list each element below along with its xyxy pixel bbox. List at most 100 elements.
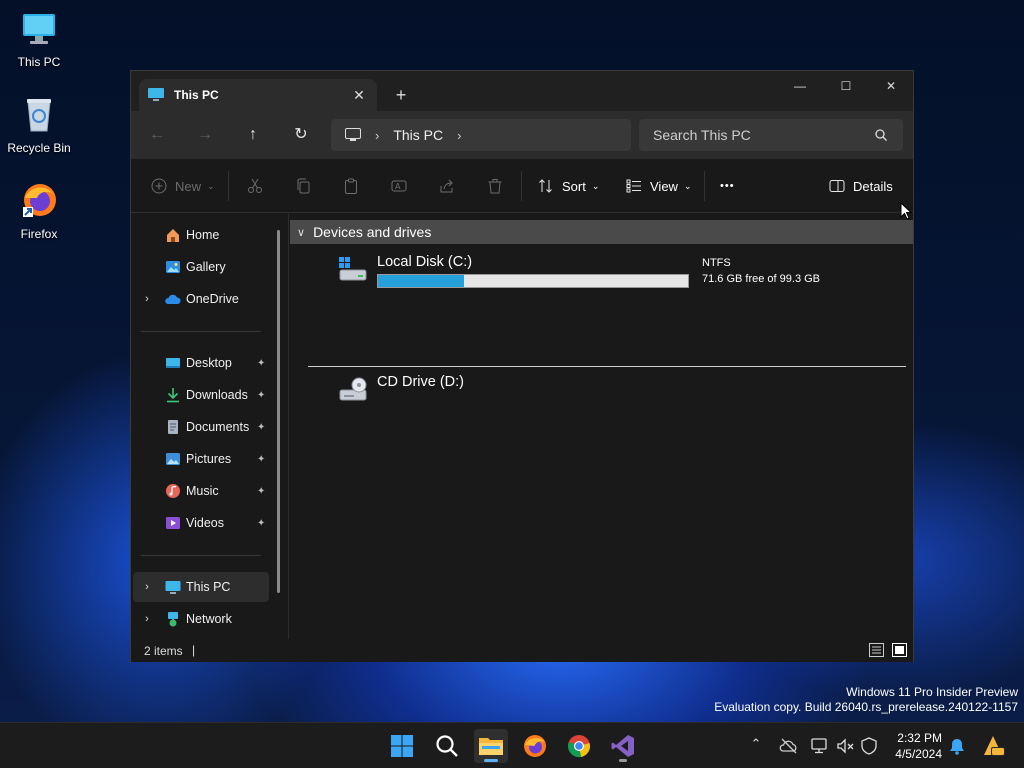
sort-label: Sort — [562, 178, 586, 194]
pin-icon[interactable]: ✦ — [257, 518, 265, 529]
pin-icon[interactable]: ✦ — [257, 358, 265, 369]
close-window-button[interactable]: ✕ — [868, 71, 914, 101]
toolbar-divider — [704, 171, 705, 201]
new-button[interactable]: New ⌄ — [151, 175, 215, 197]
sidebar-item-gallery[interactable]: Gallery — [133, 252, 269, 282]
taskbar-visual-studio[interactable] — [606, 729, 640, 763]
sidebar-item-videos[interactable]: Videos ✦ — [133, 508, 269, 538]
taskbar-firefox[interactable] — [518, 729, 552, 763]
forward-button[interactable]: → — [193, 124, 217, 146]
view-label: View — [650, 178, 678, 194]
mouse-cursor-icon — [900, 202, 912, 220]
details-pane-button[interactable]: Details — [829, 175, 893, 197]
drive-item-cd-drive-d[interactable]: CD Drive (D:) — [338, 374, 908, 418]
drive-name: CD Drive (D:) — [377, 374, 464, 390]
sort-button[interactable]: Sort ⌄ — [538, 175, 599, 197]
sidebar-item-label: Network — [186, 612, 232, 626]
copy-icon — [297, 178, 310, 194]
minimize-button[interactable]: — — [777, 71, 823, 101]
notification-bell-icon[interactable] — [947, 736, 967, 756]
running-indicator — [619, 759, 627, 762]
search-input[interactable] — [653, 127, 863, 143]
large-icons-view-icon[interactable] — [892, 643, 907, 657]
desktop-folder-icon — [166, 358, 180, 368]
network-status-icon[interactable] — [810, 736, 830, 756]
cut-button[interactable] — [247, 175, 263, 197]
rename-icon: A — [391, 180, 407, 192]
title-bar[interactable]: This PC ✕ + — ☐ ✕ — [131, 71, 913, 111]
insider-preview-badge-icon[interactable] — [980, 733, 1006, 759]
copy-button[interactable] — [295, 175, 311, 197]
sidebar-item-label: OneDrive — [186, 292, 239, 306]
back-button[interactable]: ← — [145, 124, 169, 146]
breadcrumb-this-pc[interactable]: This PC — [393, 127, 443, 143]
onedrive-cloud-icon[interactable] — [779, 736, 799, 756]
monitor-icon — [345, 128, 361, 141]
sidebar-divider — [141, 331, 261, 332]
sidebar-item-pictures[interactable]: Pictures ✦ — [133, 444, 269, 474]
taskbar-search-button[interactable] — [430, 729, 464, 763]
more-options-button[interactable]: ••• — [720, 175, 735, 197]
sidebar-item-desktop[interactable]: Desktop ✦ — [133, 348, 269, 378]
tab-this-pc[interactable]: This PC ✕ — [139, 79, 377, 111]
search-icon[interactable] — [875, 129, 887, 141]
paste-button[interactable] — [343, 175, 359, 197]
firefox-icon — [23, 184, 56, 217]
pin-icon[interactable]: ✦ — [257, 390, 265, 401]
maximize-button[interactable]: ☐ — [823, 71, 869, 101]
taskbar-file-explorer[interactable] — [474, 729, 508, 763]
expand-chevron-icon[interactable]: › — [141, 581, 153, 593]
desktop-icon-this-pc[interactable]: This PC — [0, 8, 78, 69]
refresh-button[interactable]: ↻ — [289, 124, 313, 146]
this-pc-icon — [165, 581, 181, 594]
network-icon — [168, 612, 178, 627]
new-tab-button[interactable]: + — [391, 85, 411, 105]
tab-close-button[interactable]: ✕ — [347, 87, 371, 104]
desktop-icon-firefox[interactable]: Firefox — [0, 180, 78, 241]
desktop-icon-recycle-bin[interactable]: Recycle Bin — [0, 94, 78, 155]
start-button[interactable] — [385, 729, 419, 763]
sidebar-item-documents[interactable]: Documents ✦ — [133, 412, 269, 442]
breadcrumb-separator[interactable]: › — [375, 128, 379, 143]
share-button[interactable] — [439, 175, 455, 197]
pin-icon[interactable]: ✦ — [257, 486, 265, 497]
file-list-area: ∨ Devices and drives Local Disk (C:) NTF… — [290, 214, 913, 639]
share-icon — [440, 179, 453, 193]
expand-chevron-icon[interactable]: › — [141, 293, 153, 305]
sidebar-item-downloads[interactable]: Downloads ✦ — [133, 380, 269, 410]
sidebar-item-onedrive[interactable]: › OneDrive — [133, 284, 269, 314]
pin-icon[interactable]: ✦ — [257, 422, 265, 433]
delete-button[interactable] — [487, 175, 503, 197]
sidebar-item-this-pc[interactable]: › This PC — [133, 572, 269, 602]
windows-drive-icon — [339, 257, 367, 281]
view-button[interactable]: View ⌄ — [626, 175, 692, 197]
taskbar-chrome[interactable] — [562, 729, 596, 763]
start-icon — [391, 735, 413, 757]
sidebar-item-network[interactable]: › Network — [133, 604, 269, 634]
search-box[interactable] — [639, 119, 903, 151]
navigation-pane: Home Gallery › OneDrive Desktop ✦ Downlo… — [131, 214, 289, 639]
sidebar-item-home[interactable]: Home — [133, 220, 269, 250]
show-hidden-icons-button[interactable]: ⌃ — [746, 736, 766, 756]
security-shield-icon[interactable] — [859, 736, 879, 756]
sidebar-item-music[interactable]: Music ✦ — [133, 476, 269, 506]
volume-muted-icon[interactable] — [835, 736, 855, 756]
clipboard-icon — [345, 178, 357, 194]
drive-filesystem: NTFS — [702, 257, 731, 269]
pin-icon[interactable]: ✦ — [257, 454, 265, 465]
collapse-chevron-icon[interactable]: ∨ — [297, 226, 305, 239]
rename-button[interactable]: A — [391, 175, 407, 197]
navigation-bar: ← → ↑ ↻ › This PC › — [131, 111, 913, 159]
breadcrumb-chevron[interactable]: › — [457, 128, 461, 143]
details-view-icon[interactable] — [869, 643, 884, 657]
sidebar-scrollbar[interactable] — [277, 230, 280, 593]
drive-item-local-disk-c[interactable]: Local Disk (C:) NTFS 71.6 GB free of 99.… — [338, 254, 908, 298]
up-button[interactable]: ↑ — [241, 124, 265, 146]
active-indicator — [484, 759, 498, 762]
toolbar-divider — [228, 171, 229, 201]
address-bar[interactable]: › This PC › — [331, 119, 631, 151]
sidebar-item-label: Documents — [186, 420, 250, 434]
taskbar-clock[interactable]: 2:32 PM 4/5/2024 — [890, 730, 942, 762]
expand-chevron-icon[interactable]: › — [141, 613, 153, 625]
group-header-devices-and-drives[interactable]: ∨ Devices and drives — [290, 220, 913, 244]
